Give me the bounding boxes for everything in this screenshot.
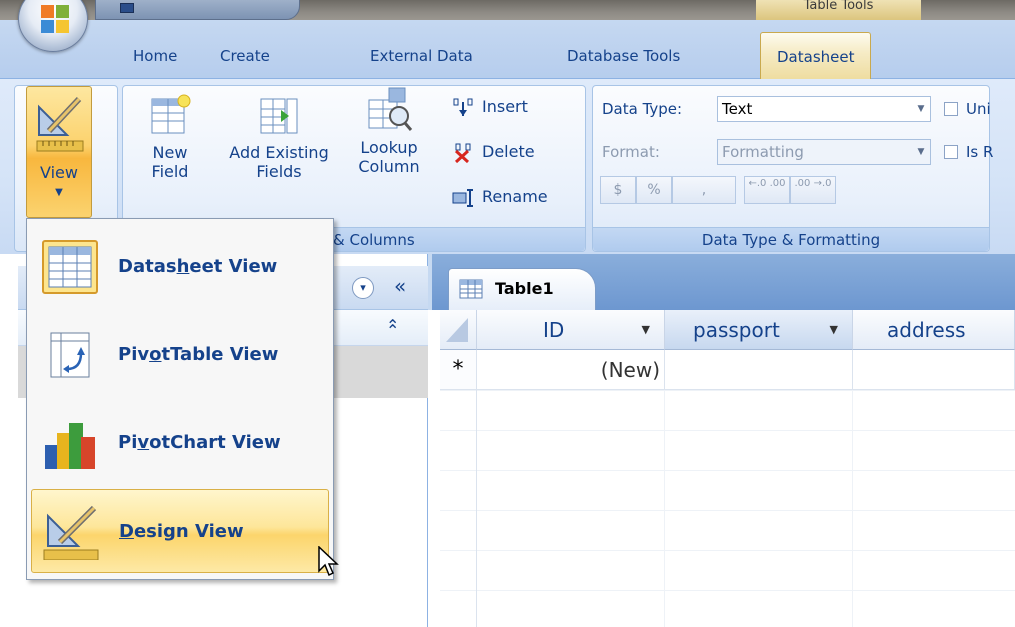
add-existing-fields-button[interactable]: Add Existing Fields (218, 93, 340, 181)
unique-checkbox[interactable] (944, 102, 958, 116)
format-label: Format: (602, 143, 660, 161)
increase-decimals-button[interactable]: ←.0 .00 (744, 176, 790, 204)
chevron-down-icon: ▼ (917, 147, 925, 157)
new-row-passport-cell[interactable] (665, 350, 853, 390)
lookup-column-button[interactable]: Lookup Column (354, 86, 424, 176)
unique-label: Uni (966, 100, 991, 118)
rename-column-button[interactable]: Rename (452, 186, 548, 208)
new-field-label-1: New (152, 143, 188, 162)
delete-column-icon (454, 143, 471, 163)
chevron-down-icon: ▼ (55, 187, 63, 198)
pivottable-view-icon (50, 332, 90, 378)
is-required-label: Is R (966, 143, 994, 161)
document-tab-table1[interactable]: Table1 (448, 268, 596, 310)
pivotchart-view-icon (45, 423, 95, 469)
rename-label: Rename (482, 187, 548, 206)
tab-create[interactable]: Create (220, 47, 270, 69)
data-type-combo[interactable]: Text ▼ (717, 96, 931, 122)
column-header-label: ID (543, 318, 565, 342)
menu-item-design-view[interactable]: Design View (31, 489, 329, 573)
ribbon-tab-bar: Home Create External Data Database Tools… (0, 20, 1015, 80)
document-area: Table1 ID ▼ passport ▼ address * (New) (428, 254, 1015, 627)
menu-item-datasheet-view[interactable]: Datasheet View (31, 225, 329, 309)
rename-column-icon (452, 188, 473, 207)
menu-item-pivottable-view[interactable]: PivotTable View (31, 313, 329, 397)
increase-decimals-icon: ←.0 .00 (748, 178, 786, 189)
menu-item-label: PivotChart View (118, 432, 281, 453)
new-row-selector[interactable]: * (440, 350, 477, 390)
new-row-address-cell[interactable] (853, 350, 1015, 390)
new-field-icon (151, 94, 191, 134)
lookup-label-1: Lookup (360, 138, 418, 157)
is-required-checkbox[interactable] (944, 145, 958, 159)
add-existing-fields-icon (260, 98, 298, 134)
tab-database-tools[interactable]: Database Tools (567, 47, 680, 69)
chevron-down-icon: ▼ (917, 104, 925, 114)
insert-column-icon (453, 98, 473, 116)
new-row-id-cell[interactable]: (New) (477, 350, 665, 390)
empty-grid-area (440, 390, 1015, 627)
new-field-button[interactable]: New Field (136, 93, 204, 181)
view-dropdown-menu: Datasheet View PivotTable View PivotChar… (26, 218, 334, 580)
tab-datasheet[interactable]: Datasheet (760, 32, 872, 80)
menu-item-label: Design View (119, 521, 244, 542)
insert-label: Insert (482, 97, 528, 116)
mouse-cursor-icon (318, 546, 339, 577)
select-all-corner[interactable] (440, 310, 477, 350)
office-logo-icon (41, 5, 69, 33)
menu-item-label: Datasheet View (118, 256, 278, 277)
data-type-value: Text (722, 100, 753, 118)
view-button-label: View (40, 163, 78, 182)
table-tools-context-header: Table Tools (756, 0, 921, 20)
new-field-label-2: Field (151, 162, 189, 181)
document-tab-label: Table1 (495, 279, 554, 298)
decrease-decimals-button[interactable]: .00 →.0 (790, 176, 836, 204)
comma-format-button[interactable]: , (672, 176, 736, 204)
document-tab-strip: Table1 (428, 254, 1015, 310)
lookup-label-2: Column (358, 157, 420, 176)
select-all-icon (446, 318, 468, 342)
datasheet-view-icon (42, 240, 98, 294)
data-type-formatting-group-label: Data Type & Formatting (593, 227, 989, 251)
quick-access-toolbar (95, 0, 300, 20)
table-icon (459, 279, 483, 299)
column-header-label: address (887, 318, 966, 342)
add-existing-label-1: Add Existing (229, 143, 329, 162)
lookup-column-icon (368, 87, 413, 131)
insert-column-button[interactable]: Insert (452, 96, 528, 118)
delete-label: Delete (482, 142, 535, 161)
percent-format-button[interactable]: % (636, 176, 672, 204)
view-button[interactable]: View ▼ (26, 86, 92, 218)
column-header-passport[interactable]: passport ▼ (665, 310, 853, 350)
format-combo[interactable]: Formatting ▼ (717, 139, 931, 165)
shutter-bar-collapse-icon[interactable]: « (394, 274, 406, 298)
chevron-down-icon[interactable]: ▼ (830, 310, 838, 350)
add-existing-label-2: Fields (256, 162, 302, 181)
column-header-label: passport (693, 318, 780, 342)
design-view-icon (36, 96, 84, 152)
datasheet-grid: ID ▼ passport ▼ address * (New) (440, 310, 1015, 627)
tab-external-data[interactable]: External Data (370, 47, 473, 69)
title-bar: Table Tools (0, 0, 1015, 20)
delete-column-button[interactable]: Delete (452, 141, 535, 163)
data-type-label: Data Type: (602, 100, 683, 118)
column-header-id[interactable]: ID ▼ (477, 310, 665, 350)
save-icon[interactable] (120, 3, 134, 13)
currency-format-button[interactable]: $ (600, 176, 636, 204)
column-header-address[interactable]: address (853, 310, 1015, 350)
menu-item-pivotchart-view[interactable]: PivotChart View (31, 401, 329, 485)
format-value: Formatting (722, 143, 804, 161)
tab-home[interactable]: Home (133, 47, 177, 69)
menu-item-label: PivotTable View (118, 344, 279, 365)
chevron-down-icon[interactable]: ▼ (642, 310, 650, 350)
nav-menu-dropdown-icon[interactable]: ▾ (352, 277, 374, 299)
decrease-decimals-icon: .00 →.0 (794, 178, 832, 189)
design-view-icon (43, 505, 99, 560)
